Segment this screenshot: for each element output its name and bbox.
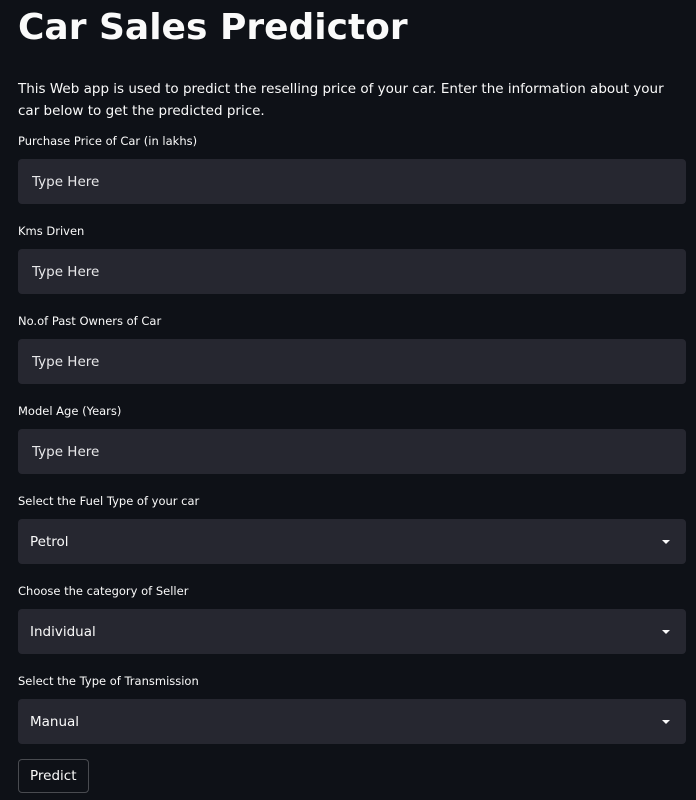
purchase-price-label: Purchase Price of Car (in lakhs) — [18, 134, 198, 148]
model-age-field: Model Age (Years) — [18, 403, 686, 474]
seller-category-field: Choose the category of Seller Individual — [18, 583, 686, 654]
purchase-price-field: Purchase Price of Car (in lakhs) — [18, 133, 686, 204]
fuel-type-select[interactable]: Petrol — [18, 519, 686, 564]
transmission-field: Select the Type of Transmission Manual — [18, 673, 686, 744]
page-title: Car Sales Predictor — [18, 7, 408, 48]
past-owners-label: No.of Past Owners of Car — [18, 314, 162, 328]
model-age-label: Model Age (Years) — [18, 404, 122, 418]
past-owners-field: No.of Past Owners of Car — [18, 313, 686, 384]
past-owners-input[interactable] — [18, 339, 686, 384]
purchase-price-input[interactable] — [18, 159, 686, 204]
app-page: Car Sales Predictor This Web app is used… — [0, 0, 696, 800]
page-description: This Web app is used to predict the rese… — [18, 81, 664, 119]
fuel-type-label: Select the Fuel Type of your car — [18, 494, 200, 508]
predict-button[interactable]: Predict — [18, 759, 89, 793]
seller-category-value: Individual — [30, 623, 96, 640]
seller-category-label: Choose the category of Seller — [18, 584, 189, 598]
fuel-type-field: Select the Fuel Type of your car Petrol — [18, 493, 686, 564]
seller-category-select[interactable]: Individual — [18, 609, 686, 654]
kms-driven-field: Kms Driven — [18, 223, 686, 294]
predict-row: Predict — [18, 759, 686, 793]
model-age-input[interactable] — [18, 429, 686, 474]
kms-driven-label: Kms Driven — [18, 224, 85, 238]
chevron-down-icon — [662, 719, 670, 724]
transmission-value: Manual — [30, 713, 80, 730]
kms-driven-input[interactable] — [18, 249, 686, 294]
chevron-down-icon — [662, 629, 670, 634]
chevron-down-icon — [662, 539, 670, 544]
transmission-select[interactable]: Manual — [18, 699, 686, 744]
fuel-type-value: Petrol — [30, 533, 69, 550]
transmission-label: Select the Type of Transmission — [18, 674, 199, 688]
